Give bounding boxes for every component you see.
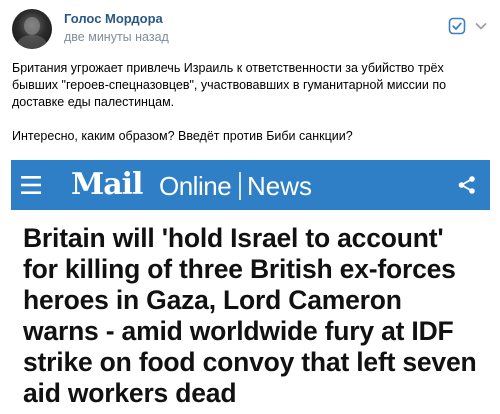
post-header: Голос Мордора две минуты назад bbox=[12, 8, 488, 49]
news-image[interactable]: Mail Online News Britain will 'hold Isra… bbox=[11, 160, 490, 414]
check-square-icon[interactable] bbox=[448, 17, 466, 35]
hamburger-menu-icon bbox=[21, 176, 41, 194]
news-headline: Britain will 'hold Israel to account' fo… bbox=[23, 223, 477, 408]
author-name[interactable]: Голос Мордора bbox=[64, 11, 163, 26]
share-icon bbox=[458, 176, 475, 194]
brand-logo-online: Online bbox=[159, 171, 232, 201]
news-section-label: News bbox=[247, 171, 313, 201]
brand-divider bbox=[239, 172, 241, 200]
avatar[interactable] bbox=[12, 9, 52, 49]
post-text: Британия угрожает привлечь Израиль к отв… bbox=[12, 60, 488, 145]
brand-logo-mail: Mail bbox=[71, 167, 143, 202]
avatar-image-icon bbox=[17, 17, 47, 49]
post-paragraph: Британия угрожает привлечь Израиль к отв… bbox=[12, 61, 447, 109]
post-paragraph: Интересно, каким образом? Введёт против … bbox=[12, 129, 353, 143]
post-time[interactable]: две минуты назад bbox=[64, 30, 169, 44]
news-site-header: Mail Online News bbox=[11, 160, 490, 210]
chevron-down-icon[interactable] bbox=[474, 19, 488, 33]
